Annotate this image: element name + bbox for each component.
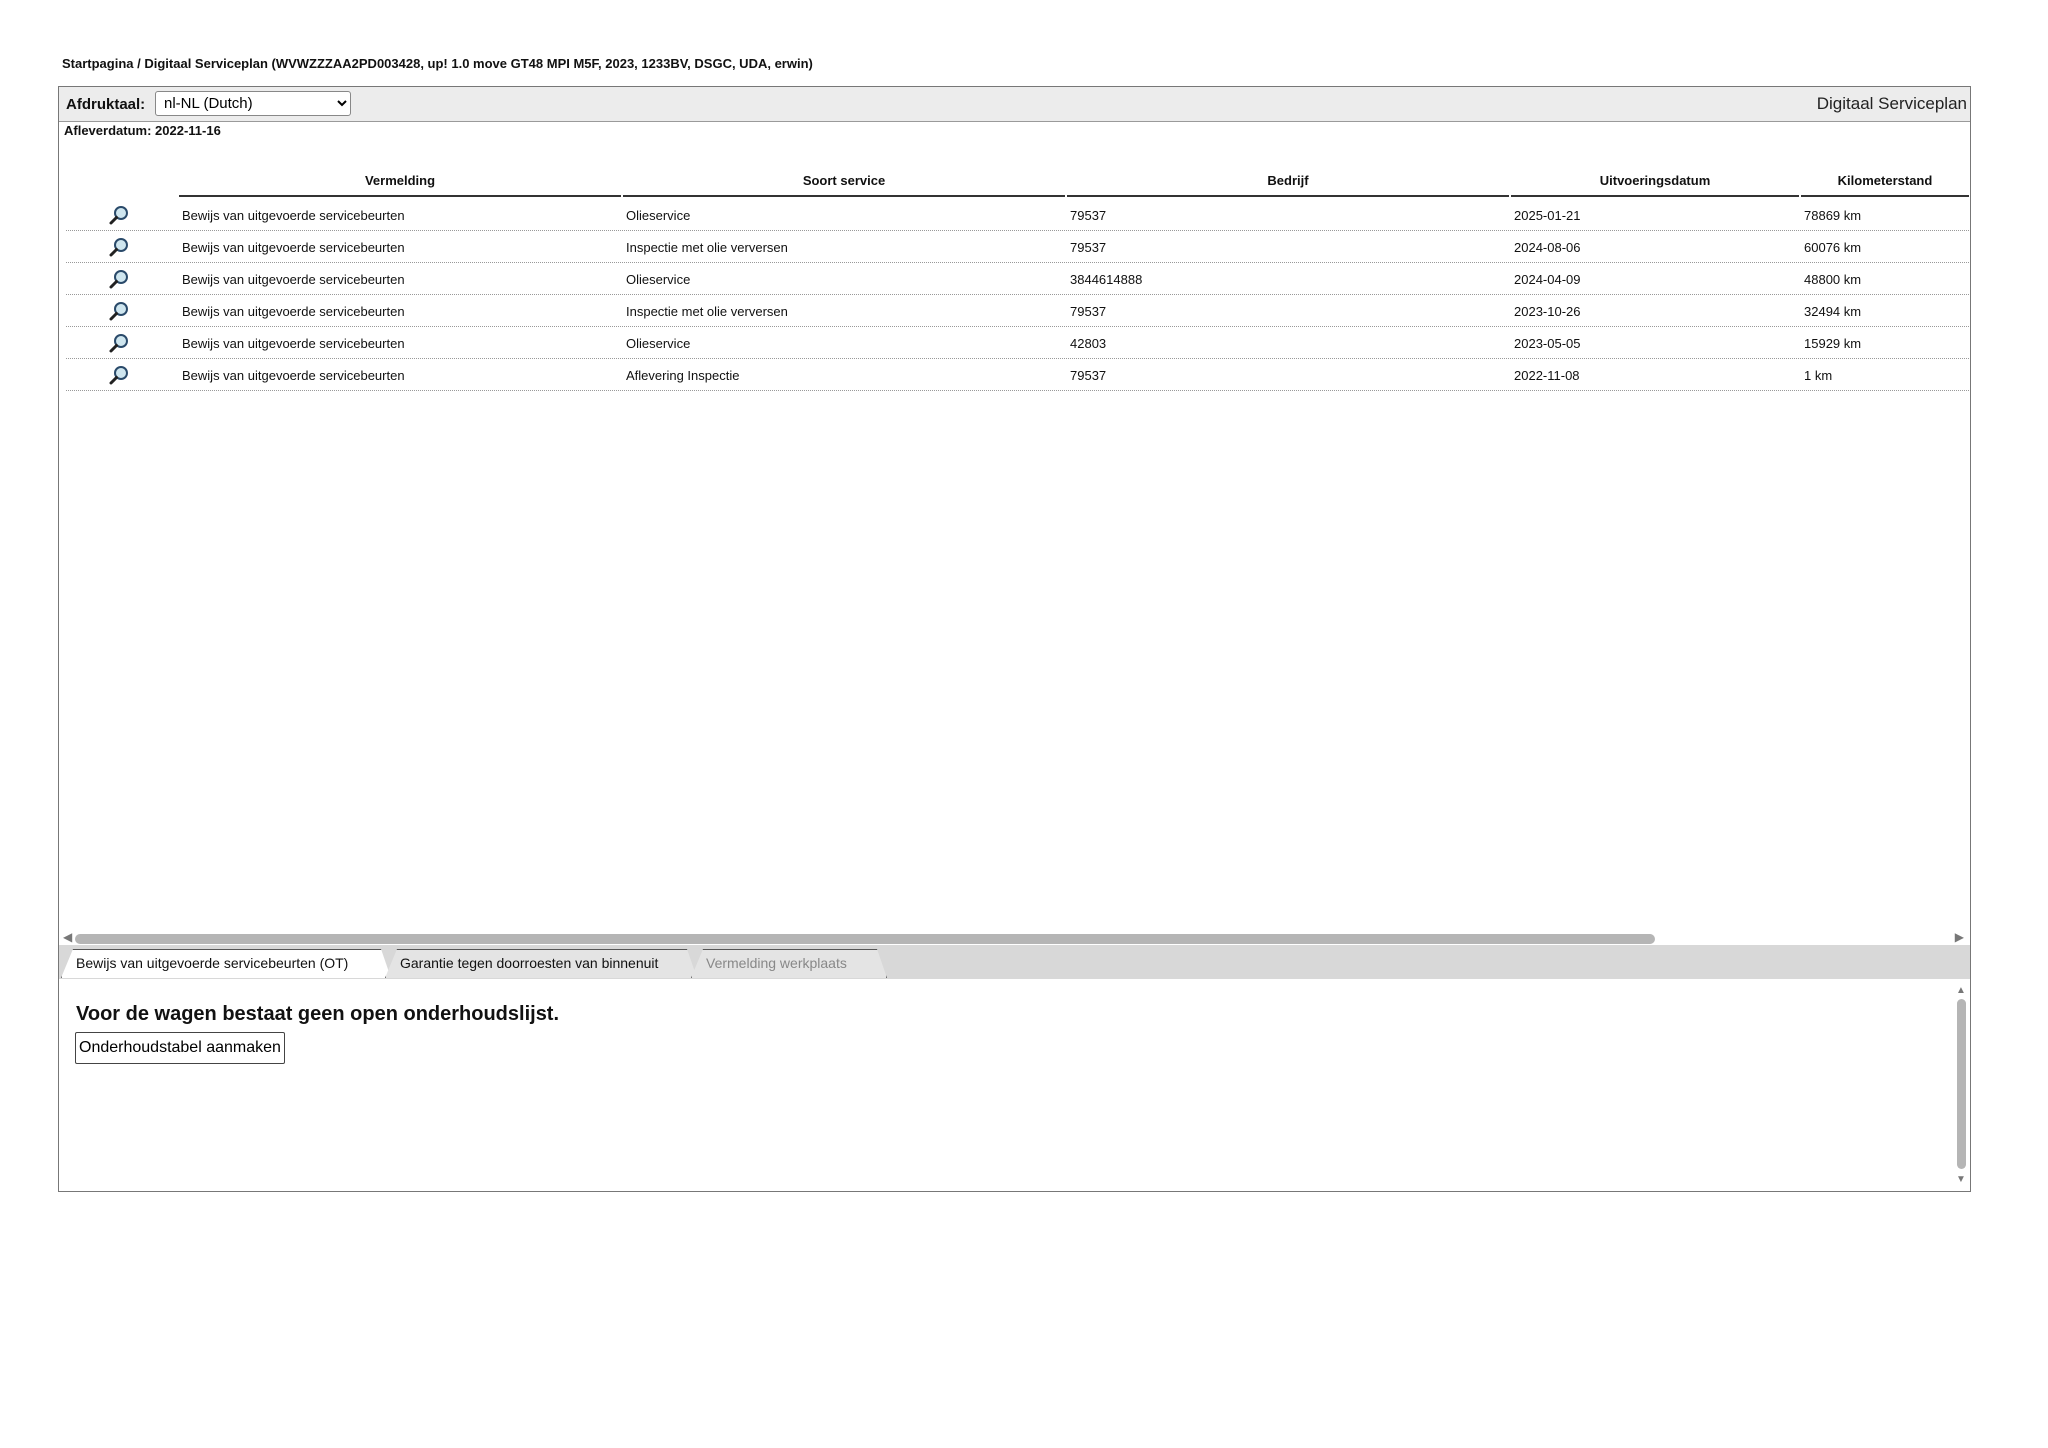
- column-header-uitvoeringsdatum[interactable]: Uitvoeringsdatum: [1511, 157, 1799, 197]
- cell-kilometerstand: 15929 km: [1804, 336, 1862, 351]
- cell-uitvoeringsdatum: 2024-04-09: [1514, 272, 1581, 287]
- scroll-left-icon[interactable]: ◀: [63, 930, 72, 944]
- language-select[interactable]: nl-NL (Dutch): [155, 91, 351, 116]
- cell-vermelding: Bewijs van uitgevoerde servicebeurten: [182, 368, 405, 383]
- cell-bedrijf: 79537: [1070, 368, 1107, 383]
- maintenance-list-section: Voor de wagen bestaat geen open onderhou…: [59, 979, 1970, 1191]
- cell-bedrijf: 42803: [1070, 336, 1107, 351]
- cell-uitvoeringsdatum: 2023-05-05: [1514, 336, 1581, 351]
- cell-vermelding: Bewijs van uitgevoerde servicebeurten: [182, 304, 405, 319]
- cell-kilometerstand: 48800 km: [1804, 272, 1862, 287]
- table-row[interactable]: Bewijs van uitgevoerde servicebeurten Ol…: [66, 199, 1969, 231]
- table-row[interactable]: Bewijs van uitgevoerde servicebeurten Af…: [66, 359, 1969, 391]
- scrollbar-thumb[interactable]: [75, 934, 1655, 944]
- cell-kilometerstand: 78869 km: [1804, 208, 1862, 223]
- cell-soort-service: Olieservice: [626, 336, 691, 351]
- breadcrumb: Startpagina / Digitaal Serviceplan (WVWZ…: [62, 56, 813, 71]
- table-row[interactable]: Bewijs van uitgevoerde servicebeurten Ol…: [66, 263, 1969, 295]
- magnifier-icon[interactable]: [108, 364, 130, 386]
- cell-soort-service: Inspectie met olie verversen: [626, 240, 788, 255]
- table-row[interactable]: Bewijs van uitgevoerde servicebeurten In…: [66, 231, 1969, 263]
- cell-kilometerstand: 1 km: [1804, 368, 1833, 383]
- magnifier-icon[interactable]: [108, 268, 130, 290]
- column-header-vermelding[interactable]: Vermelding: [179, 157, 621, 197]
- cell-bedrijf: 79537: [1070, 240, 1107, 255]
- table-row[interactable]: Bewijs van uitgevoerde servicebeurten Ol…: [66, 327, 1969, 359]
- cell-bedrijf: 3844614888: [1070, 272, 1143, 287]
- column-header-soort-service[interactable]: Soort service: [623, 157, 1065, 197]
- table-row[interactable]: Bewijs van uitgevoerde servicebeurten In…: [66, 295, 1969, 327]
- cell-vermelding: Bewijs van uitgevoerde servicebeurten: [182, 272, 405, 287]
- no-maintenance-list-message: Voor de wagen bestaat geen open onderhou…: [76, 1003, 560, 1025]
- cell-vermelding: Bewijs van uitgevoerde servicebeurten: [182, 336, 405, 351]
- scrollbar-thumb[interactable]: [1957, 999, 1966, 1169]
- scroll-down-icon[interactable]: ▼: [1956, 1174, 1966, 1185]
- horizontal-scrollbar[interactable]: ◀ ▶: [59, 928, 1970, 946]
- vertical-scrollbar[interactable]: ▲ ▼: [1954, 985, 1968, 1185]
- cell-vermelding: Bewijs van uitgevoerde servicebeurten: [182, 240, 405, 255]
- cell-soort-service: Inspectie met olie verversen: [626, 304, 788, 319]
- language-label: Afdruktaal:: [66, 96, 146, 113]
- cell-uitvoeringsdatum: 2023-10-26: [1514, 304, 1581, 319]
- cell-soort-service: Olieservice: [626, 272, 691, 287]
- tab-bewijs-servicebeurten[interactable]: Bewijs van uitgevoerde servicebeurten (O…: [61, 949, 391, 978]
- cell-kilometerstand: 32494 km: [1804, 304, 1862, 319]
- cell-kilometerstand: 60076 km: [1804, 240, 1862, 255]
- cell-uitvoeringsdatum: 2025-01-21: [1514, 208, 1581, 223]
- column-header-kilometerstand[interactable]: Kilometerstand: [1801, 157, 1969, 197]
- cell-vermelding: Bewijs van uitgevoerde servicebeurten: [182, 208, 405, 223]
- cell-soort-service: Aflevering Inspectie: [626, 368, 740, 383]
- scroll-up-icon[interactable]: ▲: [1956, 985, 1966, 996]
- table-header: Vermelding Soort service Bedrijf Uitvoer…: [66, 157, 1969, 199]
- magnifier-icon[interactable]: [108, 236, 130, 258]
- service-plan-panel: Afdruktaal: nl-NL (Dutch) Digitaal Servi…: [58, 86, 1971, 1192]
- cell-soort-service: Olieservice: [626, 208, 691, 223]
- tab-garantie-doorroesten[interactable]: Garantie tegen doorroesten van binnenuit: [385, 949, 697, 978]
- scroll-right-icon[interactable]: ▶: [1955, 930, 1964, 944]
- create-maintenance-table-button[interactable]: Onderhoudstabel aanmaken: [75, 1032, 285, 1064]
- panel-title: Digitaal Serviceplan: [1816, 94, 1967, 113]
- cell-bedrijf: 79537: [1070, 304, 1107, 319]
- toolbar: Afdruktaal: nl-NL (Dutch) Digitaal Servi…: [59, 87, 1970, 122]
- column-header-bedrijf[interactable]: Bedrijf: [1067, 157, 1509, 197]
- tab-bar: Bewijs van uitgevoerde servicebeurten (O…: [59, 945, 1970, 980]
- magnifier-icon[interactable]: [108, 204, 130, 226]
- delivery-date: Afleverdatum: 2022-11-16: [64, 123, 221, 138]
- magnifier-icon[interactable]: [108, 300, 130, 322]
- magnifier-icon[interactable]: [108, 332, 130, 354]
- cell-uitvoeringsdatum: 2024-08-06: [1514, 240, 1581, 255]
- cell-bedrijf: 79537: [1070, 208, 1107, 223]
- tab-vermelding-werkplaats: Vermelding werkplaats: [691, 949, 887, 978]
- cell-uitvoeringsdatum: 2022-11-08: [1514, 368, 1580, 383]
